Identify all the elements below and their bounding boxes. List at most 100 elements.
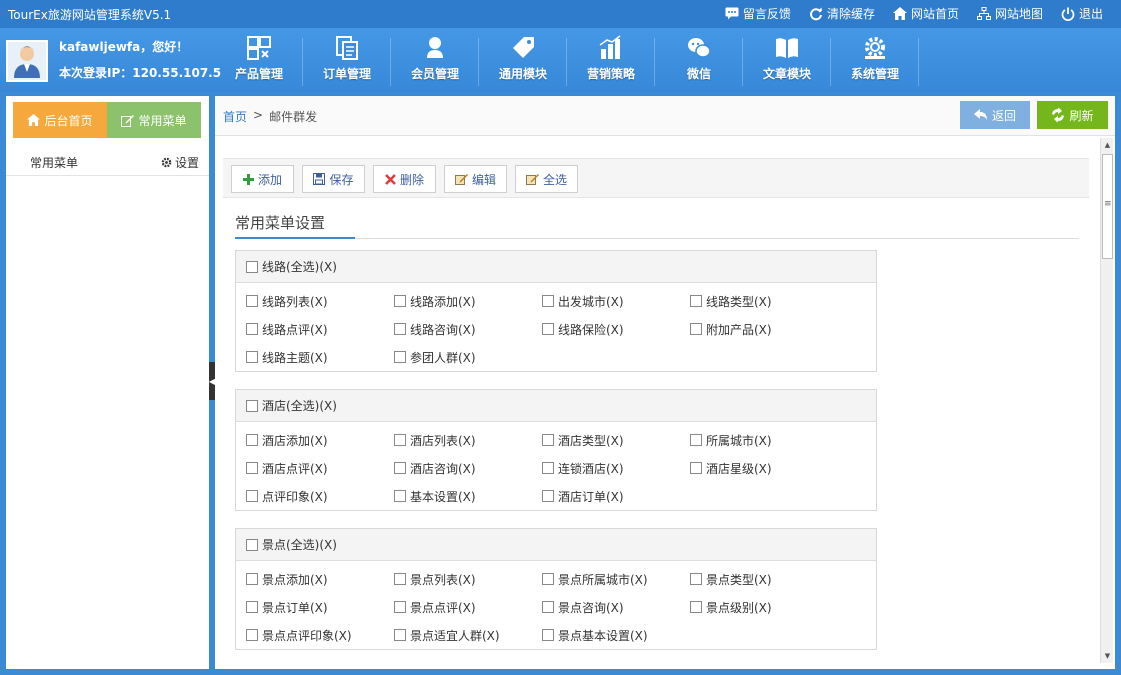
- option-checkbox[interactable]: [246, 629, 258, 641]
- option-item[interactable]: 酒店列表(X): [394, 426, 542, 454]
- option-item[interactable]: 基本设置(X): [394, 482, 542, 510]
- option-item[interactable]: 点评印象(X): [246, 482, 394, 510]
- option-checkbox[interactable]: [246, 295, 258, 307]
- option-item[interactable]: 附加产品(X): [690, 315, 838, 343]
- option-label: 点评印象(X): [262, 489, 328, 504]
- home-icon: [892, 7, 907, 21]
- option-item[interactable]: 景点点评印象(X): [246, 621, 394, 649]
- option-item[interactable]: 酒店咨询(X): [394, 454, 542, 482]
- option-item[interactable]: 线路列表(X): [246, 287, 394, 315]
- option-item[interactable]: 景点咨询(X): [542, 593, 690, 621]
- option-item[interactable]: 线路主题(X): [246, 343, 394, 371]
- option-checkbox[interactable]: [542, 323, 554, 335]
- scroll-thumb[interactable]: [1102, 154, 1113, 259]
- option-checkbox[interactable]: [246, 573, 258, 585]
- breadcrumb-home-link[interactable]: 首页: [223, 108, 247, 125]
- option-item[interactable]: 景点类型(X): [690, 565, 838, 593]
- option-checkbox[interactable]: [542, 573, 554, 585]
- scroll-up-arrow-icon[interactable]: ▲: [1101, 138, 1114, 152]
- option-checkbox[interactable]: [394, 295, 406, 307]
- option-item[interactable]: 线路类型(X): [690, 287, 838, 315]
- edit-button[interactable]: 编辑: [444, 165, 507, 193]
- option-item[interactable]: 景点添加(X): [246, 565, 394, 593]
- nav-product-management[interactable]: 产品管理: [215, 28, 303, 92]
- option-checkbox[interactable]: [542, 462, 554, 474]
- nav-article-module[interactable]: 文章模块: [743, 28, 831, 92]
- group-select-all-checkbox[interactable]: [246, 538, 258, 551]
- save-button[interactable]: 保存: [302, 165, 365, 193]
- option-item[interactable]: 出发城市(X): [542, 287, 690, 315]
- scroll-down-arrow-icon[interactable]: ▼: [1101, 649, 1114, 663]
- nav-wechat[interactable]: 微信: [655, 28, 743, 92]
- option-checkbox[interactable]: [690, 462, 702, 474]
- option-item[interactable]: 线路保险(X): [542, 315, 690, 343]
- logout-link[interactable]: 退出: [1061, 5, 1103, 22]
- option-item[interactable]: 景点级别(X): [690, 593, 838, 621]
- back-button[interactable]: 返回: [960, 101, 1030, 129]
- option-checkbox[interactable]: [690, 295, 702, 307]
- option-checkbox[interactable]: [394, 601, 406, 613]
- option-checkbox[interactable]: [246, 351, 258, 363]
- option-checkbox[interactable]: [394, 462, 406, 474]
- option-item[interactable]: 酒店订单(X): [542, 482, 690, 510]
- option-checkbox[interactable]: [246, 323, 258, 335]
- common-menu-button[interactable]: 常用菜单: [107, 102, 201, 138]
- settings-link[interactable]: 设置: [161, 154, 199, 171]
- option-item[interactable]: 景点订单(X): [246, 593, 394, 621]
- option-item[interactable]: 景点适宜人群(X): [394, 621, 542, 649]
- option-item[interactable]: 线路点评(X): [246, 315, 394, 343]
- option-item[interactable]: 景点列表(X): [394, 565, 542, 593]
- option-item[interactable]: 参团人群(X): [394, 343, 542, 371]
- option-checkbox[interactable]: [394, 323, 406, 335]
- option-checkbox[interactable]: [246, 462, 258, 474]
- option-checkbox[interactable]: [246, 601, 258, 613]
- option-label: 酒店列表(X): [410, 433, 476, 448]
- sitemap-link[interactable]: 网站地图: [976, 5, 1043, 22]
- option-checkbox[interactable]: [394, 490, 406, 502]
- option-item[interactable]: 景点所属城市(X): [542, 565, 690, 593]
- option-checkbox[interactable]: [246, 434, 258, 446]
- option-checkbox[interactable]: [394, 351, 406, 363]
- nav-order-management[interactable]: 订单管理: [303, 28, 391, 92]
- option-item[interactable]: 景点基本设置(X): [542, 621, 690, 649]
- option-item[interactable]: 线路咨询(X): [394, 315, 542, 343]
- option-checkbox[interactable]: [690, 573, 702, 585]
- app-title: TourEx旅游网站管理系统V5.1: [8, 8, 172, 22]
- option-checkbox[interactable]: [542, 295, 554, 307]
- option-item[interactable]: 连锁酒店(X): [542, 454, 690, 482]
- refresh-button[interactable]: 刷新: [1037, 101, 1108, 129]
- menu-group-route: 线路(全选)(X) 线路列表(X) 线路添加(X) 出发城市(X) 线路类型(X…: [235, 250, 877, 372]
- site-home-link[interactable]: 网站首页: [892, 5, 959, 22]
- option-checkbox[interactable]: [542, 434, 554, 446]
- option-item[interactable]: 所属城市(X): [690, 426, 838, 454]
- option-item[interactable]: 酒店点评(X): [246, 454, 394, 482]
- feedback-link[interactable]: 留言反馈: [725, 5, 791, 22]
- option-checkbox[interactable]: [542, 629, 554, 641]
- option-checkbox[interactable]: [394, 629, 406, 641]
- nav-member-management[interactable]: 会员管理: [391, 28, 479, 92]
- group-select-all-checkbox[interactable]: [246, 260, 258, 273]
- clear-cache-link[interactable]: 清除缓存: [809, 5, 875, 22]
- add-button[interactable]: 添加: [231, 165, 294, 193]
- nav-system-management[interactable]: 系统管理: [831, 28, 919, 92]
- option-checkbox[interactable]: [394, 573, 406, 585]
- delete-button[interactable]: 删除: [373, 165, 436, 193]
- option-checkbox[interactable]: [542, 490, 554, 502]
- option-item[interactable]: 景点点评(X): [394, 593, 542, 621]
- nav-marketing[interactable]: 营销策略: [567, 28, 655, 92]
- option-checkbox[interactable]: [542, 601, 554, 613]
- option-item[interactable]: 酒店星级(X): [690, 454, 838, 482]
- option-item[interactable]: 酒店类型(X): [542, 426, 690, 454]
- group-select-all-checkbox[interactable]: [246, 399, 258, 412]
- admin-home-button[interactable]: 后台首页: [13, 102, 107, 138]
- nav-common-module[interactable]: 通用模块: [479, 28, 567, 92]
- option-checkbox[interactable]: [246, 490, 258, 502]
- vertical-scrollbar[interactable]: ▲ ▼: [1100, 138, 1113, 663]
- option-checkbox[interactable]: [690, 434, 702, 446]
- option-item[interactable]: 线路添加(X): [394, 287, 542, 315]
- select-all-button[interactable]: 全选: [515, 165, 578, 193]
- option-checkbox[interactable]: [690, 323, 702, 335]
- option-checkbox[interactable]: [690, 601, 702, 613]
- option-checkbox[interactable]: [394, 434, 406, 446]
- option-item[interactable]: 酒店添加(X): [246, 426, 394, 454]
